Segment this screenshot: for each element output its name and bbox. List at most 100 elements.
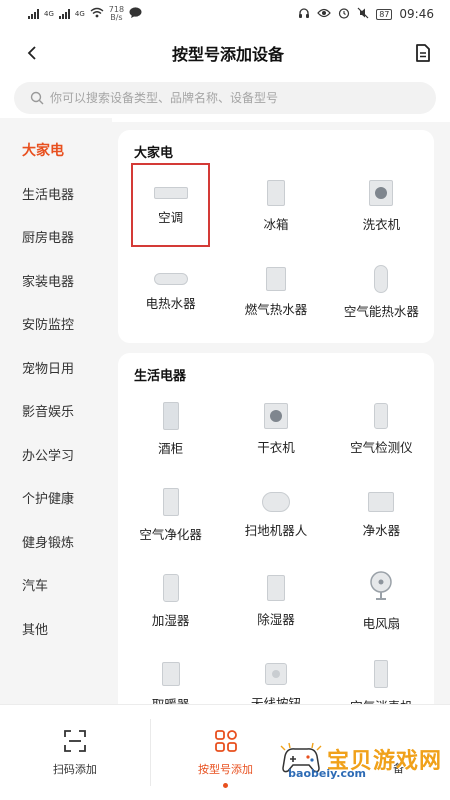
device-label: 除湿器	[257, 611, 295, 627]
water-purifier-icon	[368, 491, 395, 512]
battery-indicator: 87	[376, 8, 393, 20]
record-button[interactable]	[412, 42, 434, 64]
sidebar-item-car[interactable]: 汽车	[0, 563, 112, 607]
back-button[interactable]	[20, 41, 44, 65]
sidebar-item-kitchen-appliances[interactable]: 厨房电器	[0, 215, 112, 259]
air-sterilizer-icon	[374, 659, 389, 688]
device-label: 电热水器	[145, 295, 196, 311]
tab-label: 扫码添加	[52, 762, 97, 776]
device-tile-water-purifier[interactable]: 净水器	[329, 472, 434, 558]
mute-icon	[357, 7, 369, 22]
fridge-icon	[266, 179, 285, 206]
device-tile-gas-water-heater[interactable]: 燃气热水器	[223, 249, 328, 335]
sidebar-item-entertainment[interactable]: 影音娱乐	[0, 389, 112, 433]
robot-vacuum-icon	[261, 491, 290, 512]
sidebar-item-fitness[interactable]: 健身锻炼	[0, 520, 112, 564]
dehumidifier-icon	[266, 574, 285, 601]
signal-1-label: 4G	[44, 10, 54, 18]
humidifier-icon	[162, 573, 179, 602]
device-tile-fridge[interactable]: 冰箱	[223, 163, 328, 249]
electric-water-heater-icon	[153, 272, 188, 285]
headphones-icon	[298, 7, 310, 22]
air-purifier-icon	[162, 487, 179, 516]
wireless-button-icon	[264, 662, 287, 685]
bottom-nav: 扫码添加 按型号添加 备 宝贝游戏网 baobeiy.com	[0, 704, 450, 800]
air-monitor-icon	[374, 402, 389, 429]
category-sidebar: 大家电 生活电器 厨房电器 家装电器 安防监控 宠物日用 影音娱乐 办公学习 个…	[0, 118, 112, 704]
air-energy-water-heater-icon	[374, 264, 389, 293]
tab-model-add[interactable]: 按型号添加	[151, 705, 301, 800]
sidebar-item-pet-supplies[interactable]: 宠物日用	[0, 346, 112, 390]
washing-machine-icon	[369, 179, 394, 206]
air-conditioner-icon	[153, 186, 188, 199]
device-label: 冰箱	[263, 216, 289, 232]
sidebar-item-security[interactable]: 安防监控	[0, 302, 112, 346]
alarm-icon	[338, 7, 350, 22]
content-area: 大家电 生活电器 厨房电器 家装电器 安防监控 宠物日用 影音娱乐 办公学习 个…	[0, 118, 450, 704]
sidebar-item-home-improvement[interactable]: 家装电器	[0, 259, 112, 303]
device-tile-air-sterilizer[interactable]: 空气消毒机	[329, 644, 434, 704]
device-tile-robot-vacuum[interactable]: 扫地机器人	[223, 472, 328, 558]
device-label: 空气检测仪	[350, 439, 413, 455]
device-label: 空气净化器	[139, 526, 202, 542]
sidebar-item-major-appliances[interactable]: 大家电	[0, 128, 112, 172]
device-tile-fan[interactable]: 电风扇	[329, 558, 434, 644]
device-label: 空气能热水器	[343, 303, 419, 319]
device-tile-air-conditioner[interactable]: 空调	[118, 163, 223, 249]
device-label: 空气消毒机	[350, 696, 413, 705]
search-bar-container	[0, 78, 450, 122]
device-tile-dryer[interactable]: 干衣机	[223, 386, 328, 472]
device-tile-heater[interactable]: 取暖器	[118, 644, 223, 704]
device-list: 大家电 空调 冰箱 洗衣机 电热水器 燃气热水器 空气能热水器 生活电器 酒柜 …	[112, 118, 450, 704]
section-major-appliances: 大家电 空调 冰箱 洗衣机 电热水器 燃气热水器 空气能热水器	[118, 130, 434, 343]
document-icon	[416, 44, 430, 62]
sidebar-item-personal-care[interactable]: 个护健康	[0, 476, 112, 520]
device-tile-air-energy-water-heater[interactable]: 空气能热水器	[329, 249, 434, 335]
device-tile-humidifier[interactable]: 加湿器	[118, 558, 223, 644]
device-tile-wine-cabinet[interactable]: 酒柜	[118, 386, 223, 472]
device-tile-air-purifier[interactable]: 空气净化器	[118, 472, 223, 558]
clock: 09:46	[399, 7, 434, 21]
signal-2-label: 4G	[74, 10, 85, 18]
net-speed: 718 B/s	[108, 5, 125, 22]
device-label: 酒柜	[158, 440, 184, 456]
sidebar-item-living-appliances[interactable]: 生活电器	[0, 172, 112, 216]
sidebar-item-other[interactable]: 其他	[0, 607, 112, 651]
device-label: 空调	[158, 209, 184, 225]
device-tile-washing-machine[interactable]: 洗衣机	[329, 163, 434, 249]
section-title: 生活电器	[134, 369, 187, 384]
device-label: 扫地机器人	[244, 522, 308, 538]
device-label: 净水器	[362, 522, 401, 538]
search-icon	[30, 91, 44, 105]
chevron-left-icon	[27, 46, 36, 60]
section-living-appliances: 生活电器 酒柜 干衣机 空气检测仪 空气净化器 扫地机器人 净水器 加湿器 除湿…	[118, 353, 434, 704]
device-label: 洗衣机	[362, 216, 401, 232]
device-label: 加湿器	[151, 612, 190, 628]
device-label: 无线按钮	[250, 695, 301, 705]
wifi-icon	[90, 7, 104, 21]
device-label: 干衣机	[257, 439, 295, 455]
heater-icon	[161, 661, 180, 686]
device-label: 取暖器	[151, 696, 190, 705]
page-title: 按型号添加设备	[171, 45, 284, 64]
device-tile-air-monitor[interactable]: 空气检测仪	[329, 386, 434, 472]
gas-water-heater-icon	[265, 266, 286, 291]
dryer-icon	[263, 402, 288, 429]
section-title: 大家电	[134, 146, 174, 161]
status-bar: 4G 4G 718 B/s 87 09:46	[0, 0, 450, 28]
grid-icon	[214, 729, 237, 752]
device-tile-electric-water-heater[interactable]: 电热水器	[118, 249, 223, 335]
scan-icon	[63, 729, 86, 752]
device-tile-wireless-button[interactable]: 无线按钮	[223, 644, 328, 704]
nav-bar: 按型号添加设备	[0, 28, 450, 78]
tab-label: 按型号添加	[198, 762, 253, 776]
signal-1-icon	[28, 9, 39, 19]
eye-icon	[317, 8, 332, 21]
tab-scan-add[interactable]: 扫码添加	[0, 705, 150, 800]
search-bar[interactable]	[14, 82, 436, 114]
device-tile-dehumidifier[interactable]: 除湿器	[223, 558, 328, 644]
sidebar-item-office-study[interactable]: 办公学习	[0, 433, 112, 477]
search-input[interactable]	[50, 91, 420, 105]
active-dot	[223, 783, 228, 788]
chat-icon	[129, 6, 142, 22]
